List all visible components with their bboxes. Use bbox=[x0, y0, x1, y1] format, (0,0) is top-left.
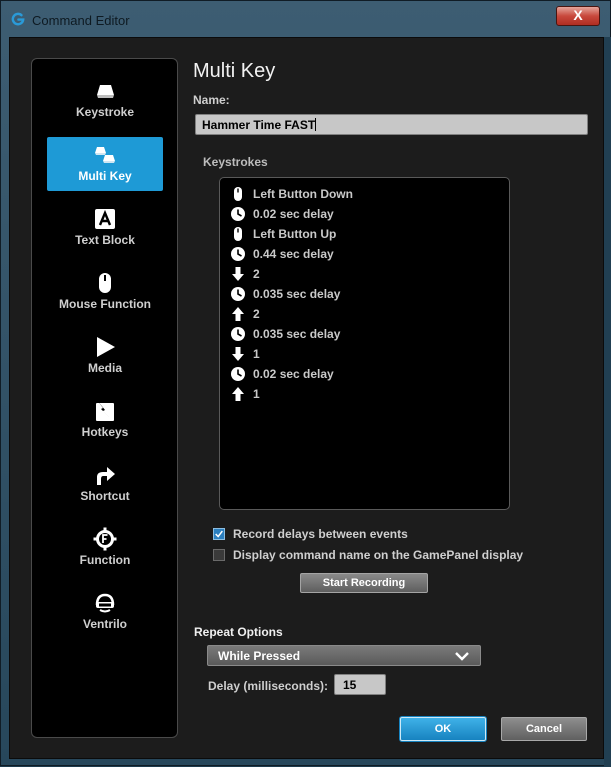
sidebar-item-label: Ventrilo bbox=[82, 617, 127, 631]
arrow-up-icon bbox=[232, 307, 244, 321]
keystroke-text: 0.02 sec delay bbox=[253, 207, 334, 221]
window-title: Command Editor bbox=[32, 13, 130, 28]
keystroke-row[interactable]: 0.02 sec delay bbox=[230, 364, 334, 384]
keystroke-row[interactable]: 1 bbox=[230, 344, 260, 364]
arrow-down-icon bbox=[232, 347, 244, 361]
shortcut-arrow-icon bbox=[97, 467, 115, 485]
sidebar-item-hotkeys[interactable]: Hotkeys bbox=[47, 393, 163, 447]
delay-label: Delay (milliseconds): bbox=[208, 679, 329, 693]
sidebar-item-function[interactable]: Function bbox=[47, 521, 163, 575]
sidebar-item-keystroke[interactable]: Keystroke bbox=[47, 73, 163, 127]
hotkey-icon bbox=[96, 400, 114, 421]
keystroke-text: 0.44 sec delay bbox=[253, 247, 334, 261]
clock-icon bbox=[231, 327, 245, 341]
ok-button[interactable]: OK bbox=[400, 717, 486, 741]
keystroke-text: 1 bbox=[253, 387, 260, 401]
display-name-label: Display command name on the GamePanel di… bbox=[233, 548, 524, 562]
logitech-g-logo-icon bbox=[11, 12, 25, 26]
display-name-checkbox[interactable] bbox=[213, 549, 225, 561]
keystroke-text: 0.035 sec delay bbox=[253, 287, 341, 301]
keystroke-text: 1 bbox=[253, 347, 260, 361]
keystroke-row[interactable]: 0.02 sec delay bbox=[230, 204, 334, 224]
keystroke-row[interactable]: 0.44 sec delay bbox=[230, 244, 334, 264]
sidebar-item-label: Multi Key bbox=[78, 169, 132, 183]
keycap-icon bbox=[97, 85, 114, 98]
chevron-down-icon bbox=[455, 652, 469, 661]
keystroke-text: Left Button Down bbox=[253, 187, 353, 201]
keystroke-text: 0.035 sec delay bbox=[253, 327, 341, 341]
sidebar-item-label: Mouse Function bbox=[59, 297, 151, 311]
command-editor-window: Command Editor X Keystroke Multi Key Tex… bbox=[0, 0, 611, 767]
mouse-icon bbox=[234, 187, 242, 201]
close-button[interactable]: X bbox=[556, 6, 600, 26]
keystrokes-list[interactable]: Left Button Down 0.02 sec delay Left Butto… bbox=[219, 177, 510, 510]
record-delays-checkbox[interactable] bbox=[213, 528, 225, 540]
command-type-sidebar: Keystroke Multi Key Text Block Mouse Fun… bbox=[31, 58, 178, 738]
keystroke-text: 2 bbox=[253, 267, 260, 281]
clock-icon bbox=[231, 367, 245, 381]
sidebar-item-shortcut[interactable]: Shortcut bbox=[47, 457, 163, 511]
keystroke-row[interactable]: 0.035 sec delay bbox=[230, 324, 340, 344]
keystroke-row[interactable]: Left Button Down bbox=[230, 184, 353, 204]
sidebar-item-label: Media bbox=[87, 361, 122, 375]
keystrokes-label: Keystrokes bbox=[203, 155, 268, 169]
keystroke-text: 2 bbox=[253, 307, 260, 321]
title-bar: Command Editor X bbox=[1, 1, 610, 37]
display-name-option[interactable]: Display command name on the GamePanel di… bbox=[213, 548, 523, 562]
sidebar-item-multi-key[interactable]: Multi Key bbox=[47, 137, 163, 191]
keystroke-row[interactable]: 1 bbox=[230, 384, 260, 404]
sidebar-item-label: Keystroke bbox=[75, 105, 135, 119]
name-input[interactable]: Hammer Time FAST bbox=[195, 114, 588, 135]
mouse-icon bbox=[99, 273, 111, 293]
record-delays-option[interactable]: Record delays between events bbox=[213, 527, 408, 541]
repeat-options-label: Repeat Options bbox=[194, 625, 283, 639]
keystroke-row[interactable]: 2 bbox=[230, 264, 260, 284]
arrow-down-icon bbox=[232, 267, 244, 281]
sidebar-item-label: Shortcut bbox=[80, 489, 130, 503]
sidebar-item-label: Hotkeys bbox=[81, 425, 129, 439]
cancel-button[interactable]: Cancel bbox=[501, 717, 587, 741]
arrow-up-icon bbox=[232, 387, 244, 401]
name-label: Name: bbox=[193, 93, 230, 107]
sidebar-item-label: Text Block bbox=[75, 233, 135, 247]
mouse-icon bbox=[234, 227, 242, 241]
sidebar-item-mouse-function[interactable]: Mouse Function bbox=[47, 265, 163, 319]
keystroke-text: 0.02 sec delay bbox=[253, 367, 334, 381]
repeat-options-value: While Pressed bbox=[218, 649, 301, 663]
text-a-icon bbox=[95, 209, 115, 229]
clock-icon bbox=[231, 207, 245, 221]
multi-keycap-icon bbox=[95, 147, 115, 163]
sidebar-item-ventrilo[interactable]: Ventrilo bbox=[47, 585, 163, 639]
record-delays-label: Record delays between events bbox=[233, 527, 408, 541]
window-edge bbox=[604, 37, 611, 767]
clock-icon bbox=[231, 287, 245, 301]
editor-client-area: Keystroke Multi Key Text Block Mouse Fun… bbox=[9, 37, 604, 759]
headset-icon bbox=[95, 593, 115, 613]
name-input-value: Hammer Time FAST bbox=[202, 118, 316, 132]
keystroke-row[interactable]: 0.035 sec delay bbox=[230, 284, 340, 304]
start-recording-button[interactable]: Start Recording bbox=[300, 573, 428, 593]
sidebar-item-media[interactable]: Media bbox=[47, 329, 163, 383]
text-caret bbox=[315, 118, 317, 131]
sidebar-item-text-block[interactable]: Text Block bbox=[47, 201, 163, 255]
sidebar-item-label: Function bbox=[79, 553, 131, 567]
keystroke-row[interactable]: Left Button Up bbox=[230, 224, 336, 244]
keystroke-row[interactable]: 2 bbox=[230, 304, 260, 324]
clock-icon bbox=[231, 247, 245, 261]
function-gear-icon bbox=[93, 527, 117, 551]
delay-input[interactable]: 15 bbox=[334, 674, 386, 695]
play-icon bbox=[97, 337, 115, 357]
page-title: Multi Key bbox=[193, 60, 276, 82]
keystroke-text: Left Button Up bbox=[253, 227, 337, 241]
repeat-options-dropdown[interactable]: While Pressed bbox=[207, 645, 481, 666]
